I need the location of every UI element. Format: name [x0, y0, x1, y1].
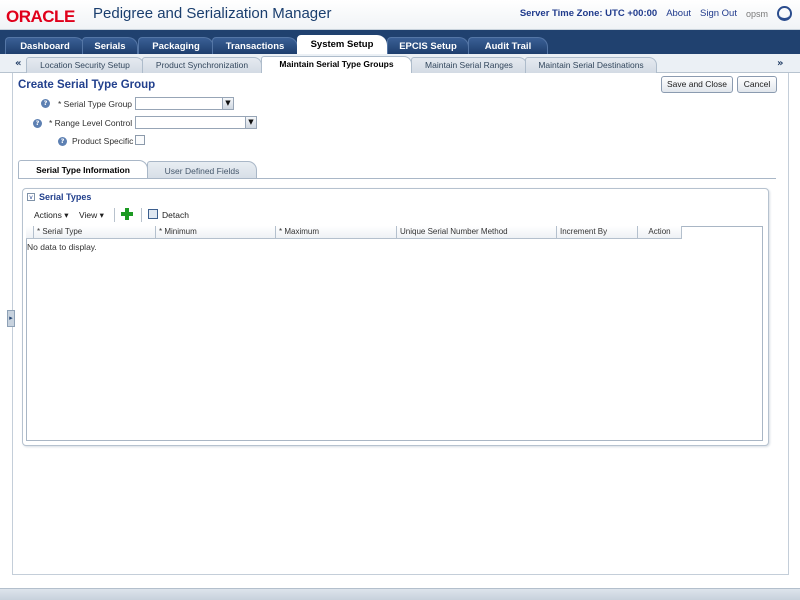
help-icon[interactable]: ? [58, 137, 67, 146]
oracle-logo: ORACLE [6, 7, 75, 26]
help-icon[interactable]: ? [33, 119, 42, 128]
side-panel-expand-icon[interactable]: ▸ [7, 310, 15, 327]
column-unique-serial-number-method[interactable]: Unique Serial Number Method [397, 226, 557, 239]
page-title: Create Serial Type Group [18, 79, 156, 91]
subtab-maintain-serial-type-groups[interactable]: Maintain Serial Type Groups [261, 56, 412, 74]
help-icon[interactable]: ? [41, 99, 50, 108]
serial-type-group-label: * Serial Type Group [58, 99, 133, 109]
table-header: * Serial Type * Minimum * Maximum Unique… [26, 226, 682, 239]
scroll-right-icon[interactable]: » [777, 58, 783, 69]
subtab-maintain-serial-ranges[interactable]: Maintain Serial Ranges [411, 57, 527, 73]
add-row-icon[interactable] [121, 208, 133, 220]
footer-bar [0, 588, 800, 600]
empty-table-message: No data to display. [27, 242, 97, 252]
tab-epcis-setup[interactable]: EPCIS Setup [387, 37, 469, 54]
serial-types-title: Serial Types [39, 192, 92, 202]
column-maximum[interactable]: * Maximum [276, 226, 397, 239]
cancel-button[interactable]: Cancel [737, 76, 777, 93]
app-header: ORACLE Pedigree and Serialization Manage… [0, 0, 800, 30]
column-serial-type[interactable]: * Serial Type [34, 226, 156, 239]
product-specific-checkbox[interactable] [135, 135, 145, 145]
about-link[interactable]: About [666, 8, 691, 19]
tab-audit-trail[interactable]: Audit Trail [468, 37, 548, 54]
column-minimum[interactable]: * Minimum [156, 226, 276, 239]
toolbar-separator [141, 208, 142, 222]
actions-menu[interactable]: Actions ▾ [34, 210, 69, 221]
header-links: Server Time Zone: UTC +00:00 About Sign … [520, 6, 792, 21]
row-selector-header [26, 226, 34, 239]
detach-icon[interactable] [148, 209, 158, 219]
detach-button[interactable]: Detach [162, 210, 189, 220]
tab-user-defined-fields[interactable]: User Defined Fields [147, 161, 257, 179]
tab-transactions[interactable]: Transactions [212, 37, 298, 54]
collapse-icon[interactable]: v [27, 193, 35, 201]
scroll-left-icon[interactable]: « [15, 58, 21, 69]
view-menu[interactable]: View ▾ [79, 210, 104, 221]
subtab-maintain-serial-destinations[interactable]: Maintain Serial Destinations [525, 57, 657, 73]
sub-tab-bar: « Location Security Setup Product Synchr… [0, 54, 800, 74]
range-level-control-label: * Range Level Control [49, 118, 133, 128]
subtab-product-synchronization[interactable]: Product Synchronization [142, 57, 262, 73]
save-and-close-button[interactable]: Save and Close [661, 76, 733, 93]
chevron-down-icon: ▼ [245, 117, 256, 128]
tab-divider [18, 178, 776, 179]
range-level-control-select[interactable]: ▼ [135, 116, 257, 129]
main-tab-bar: Dashboard Serials Packaging Transactions… [0, 30, 800, 55]
toolbar-separator [114, 208, 115, 222]
app-title: Pedigree and Serialization Manager [93, 5, 332, 22]
tab-serial-type-information[interactable]: Serial Type Information [18, 160, 148, 179]
tab-system-setup[interactable]: System Setup [297, 35, 387, 55]
oracle-ring-icon [777, 6, 792, 21]
tab-dashboard[interactable]: Dashboard [5, 37, 85, 54]
server-time-zone: Server Time Zone: UTC +00:00 [519, 8, 658, 19]
subtab-location-security-setup[interactable]: Location Security Setup [26, 57, 144, 73]
column-increment-by[interactable]: Increment By [557, 226, 638, 239]
tab-serials[interactable]: Serials [82, 37, 138, 54]
serial-type-group-select[interactable]: ▼ [135, 97, 234, 110]
tab-packaging[interactable]: Packaging [138, 37, 214, 54]
chevron-down-icon: ▼ [222, 98, 233, 109]
serial-types-table [26, 226, 763, 441]
sign-out-link[interactable]: Sign Out [700, 8, 737, 19]
user-name: opsm [745, 8, 768, 19]
column-action[interactable]: Action [638, 226, 682, 239]
product-specific-label: Product Specific [72, 136, 134, 146]
